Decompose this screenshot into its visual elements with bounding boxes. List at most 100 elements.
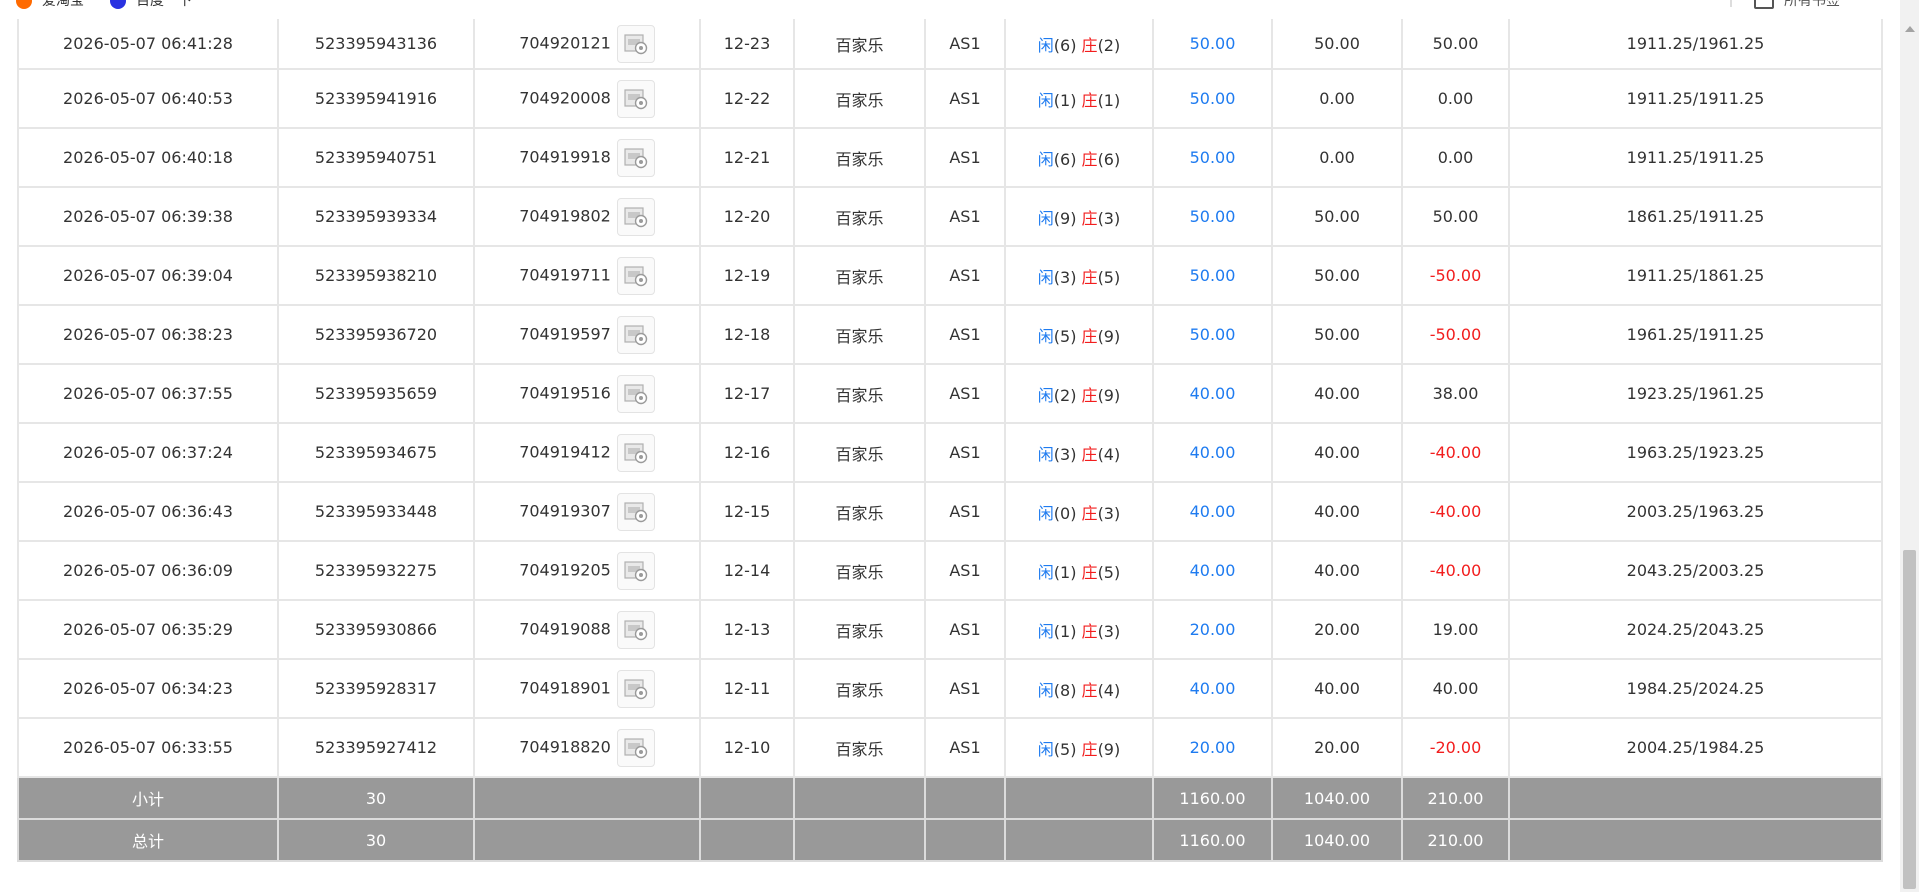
round-id: 704920008 — [519, 88, 611, 107]
round-result-image-icon[interactable] — [616, 79, 655, 118]
valid-bet: 20.00 — [1271, 717, 1403, 778]
round-result-image-icon[interactable] — [616, 492, 655, 531]
result-cell: 闲(6) 庄(6) — [1004, 127, 1154, 188]
zhuang-result: 庄(9) — [1081, 385, 1121, 405]
round-result-image-icon[interactable] — [616, 256, 655, 295]
balance-change: 1984.25/2024.25 — [1508, 658, 1883, 719]
shoe-number: 12-21 — [699, 127, 795, 188]
balance-change: 2004.25/1984.25 — [1508, 717, 1883, 778]
shoe-number: 12-19 — [699, 245, 795, 306]
taobao-icon — [16, 0, 32, 9]
balance-change: 1923.25/1961.25 — [1508, 363, 1883, 424]
table-row: 2026-05-07 06:39:38 523395939334 7049198… — [17, 186, 1883, 247]
summary-count: 30 — [277, 776, 475, 820]
result-cell: 闲(2) 庄(9) — [1004, 363, 1154, 424]
empty-cell — [699, 776, 795, 820]
round-id-cell: 704920008 — [473, 68, 701, 129]
result-cell: 闲(8) 庄(4) — [1004, 658, 1154, 719]
table-body: 2026-05-07 06:41:28 523395943136 7049201… — [17, 19, 1883, 862]
round-id: 704919088 — [519, 619, 611, 638]
win-loss: 19.00 — [1401, 599, 1510, 660]
table-code: AS1 — [924, 481, 1006, 542]
round-result-image-icon[interactable] — [616, 315, 655, 354]
summary-valid: 1040.00 — [1271, 776, 1403, 820]
table-code: AS1 — [924, 540, 1006, 601]
all-bookmarks[interactable]: 所有书签 — [1730, 0, 1840, 10]
round-result-image-icon[interactable] — [616, 374, 655, 413]
table-row: 2026-05-07 06:37:24 523395934675 7049194… — [17, 422, 1883, 483]
result-cell: 闲(9) 庄(3) — [1004, 186, 1154, 247]
summary-valid: 1040.00 — [1271, 818, 1403, 862]
bet-records-table: 2026-05-07 06:41:28 523395943136 7049201… — [17, 19, 1883, 862]
shoe-number: 12-17 — [699, 363, 795, 424]
table-row: 2026-05-07 06:37:55 523395935659 7049195… — [17, 363, 1883, 424]
scroll-up-arrow-icon[interactable] — [1900, 22, 1919, 38]
game-name: 百家乐 — [793, 599, 926, 660]
xian-result: 闲(1) — [1037, 90, 1077, 110]
bet-id: 523395932275 — [277, 540, 475, 601]
round-result-image-icon[interactable] — [616, 197, 655, 236]
shoe-number: 12-22 — [699, 68, 795, 129]
table-row: 2026-05-07 06:36:09 523395932275 7049192… — [17, 540, 1883, 601]
bet-id: 523395936720 — [277, 304, 475, 365]
empty-cell — [699, 818, 795, 862]
win-loss: 0.00 — [1401, 127, 1510, 188]
zhuang-result: 庄(5) — [1081, 267, 1121, 287]
round-id-cell: 704919307 — [473, 481, 701, 542]
summary-label: 总计 — [17, 818, 279, 862]
table-row: 2026-05-07 06:33:55 523395927412 7049188… — [17, 717, 1883, 778]
table-code: AS1 — [924, 599, 1006, 660]
win-loss: -50.00 — [1401, 245, 1510, 306]
game-name: 百家乐 — [793, 19, 926, 70]
bookmark-baidu[interactable]: 百度一下 — [110, 0, 192, 10]
bet-amount: 50.00 — [1152, 127, 1273, 188]
bet-amount: 40.00 — [1152, 363, 1273, 424]
bookmark-label: 爱淘宝 — [42, 0, 84, 9]
round-result-image-icon[interactable] — [616, 433, 655, 472]
bet-id: 523395941916 — [277, 68, 475, 129]
win-loss: -40.00 — [1401, 540, 1510, 601]
round-result-image-icon[interactable] — [616, 551, 655, 590]
round-result-image-icon[interactable] — [616, 728, 655, 767]
zhuang-result: 庄(3) — [1081, 208, 1121, 228]
bet-amount: 40.00 — [1152, 540, 1273, 601]
valid-bet: 0.00 — [1271, 127, 1403, 188]
xian-result: 闲(6) — [1037, 35, 1077, 55]
round-id-cell: 704918901 — [473, 658, 701, 719]
win-loss: -40.00 — [1401, 422, 1510, 483]
game-name: 百家乐 — [793, 717, 926, 778]
valid-bet: 40.00 — [1271, 481, 1403, 542]
game-name: 百家乐 — [793, 363, 926, 424]
round-result-image-icon[interactable] — [616, 138, 655, 177]
bet-amount: 20.00 — [1152, 717, 1273, 778]
round-result-image-icon[interactable] — [616, 610, 655, 649]
round-id-cell: 704919597 — [473, 304, 701, 365]
table-row: 2026-05-07 06:40:53 523395941916 7049200… — [17, 68, 1883, 129]
valid-bet: 40.00 — [1271, 658, 1403, 719]
vertical-scrollbar[interactable] — [1900, 0, 1919, 892]
bet-time: 2026-05-07 06:40:18 — [17, 127, 279, 188]
xian-result: 闲(5) — [1037, 326, 1077, 346]
bet-time: 2026-05-07 06:36:43 — [17, 481, 279, 542]
bet-time: 2026-05-07 06:41:28 — [17, 19, 279, 70]
bet-amount: 20.00 — [1152, 599, 1273, 660]
table-code: AS1 — [924, 422, 1006, 483]
summary-label: 小计 — [17, 776, 279, 820]
round-id: 704919597 — [519, 324, 611, 343]
round-result-image-icon[interactable] — [616, 669, 655, 708]
empty-cell — [1004, 818, 1154, 862]
win-loss: -20.00 — [1401, 717, 1510, 778]
round-id-cell: 704919918 — [473, 127, 701, 188]
shoe-number: 12-14 — [699, 540, 795, 601]
round-result-image-icon[interactable] — [616, 24, 655, 63]
table-row: 2026-05-07 06:36:43 523395933448 7049193… — [17, 481, 1883, 542]
table-row: 2026-05-07 06:35:29 523395930866 7049190… — [17, 599, 1883, 660]
balance-change: 1911.25/1961.25 — [1508, 19, 1883, 70]
bookmark-taobao[interactable]: 爱淘宝 — [16, 0, 84, 10]
scroll-thumb[interactable] — [1903, 550, 1916, 889]
xian-result: 闲(0) — [1037, 503, 1077, 523]
zhuang-result: 庄(4) — [1081, 680, 1121, 700]
result-cell: 闲(1) 庄(5) — [1004, 540, 1154, 601]
bet-records-table-container: 2026-05-07 06:41:28 523395943136 7049201… — [17, 19, 1883, 862]
zhuang-result: 庄(3) — [1081, 621, 1121, 641]
